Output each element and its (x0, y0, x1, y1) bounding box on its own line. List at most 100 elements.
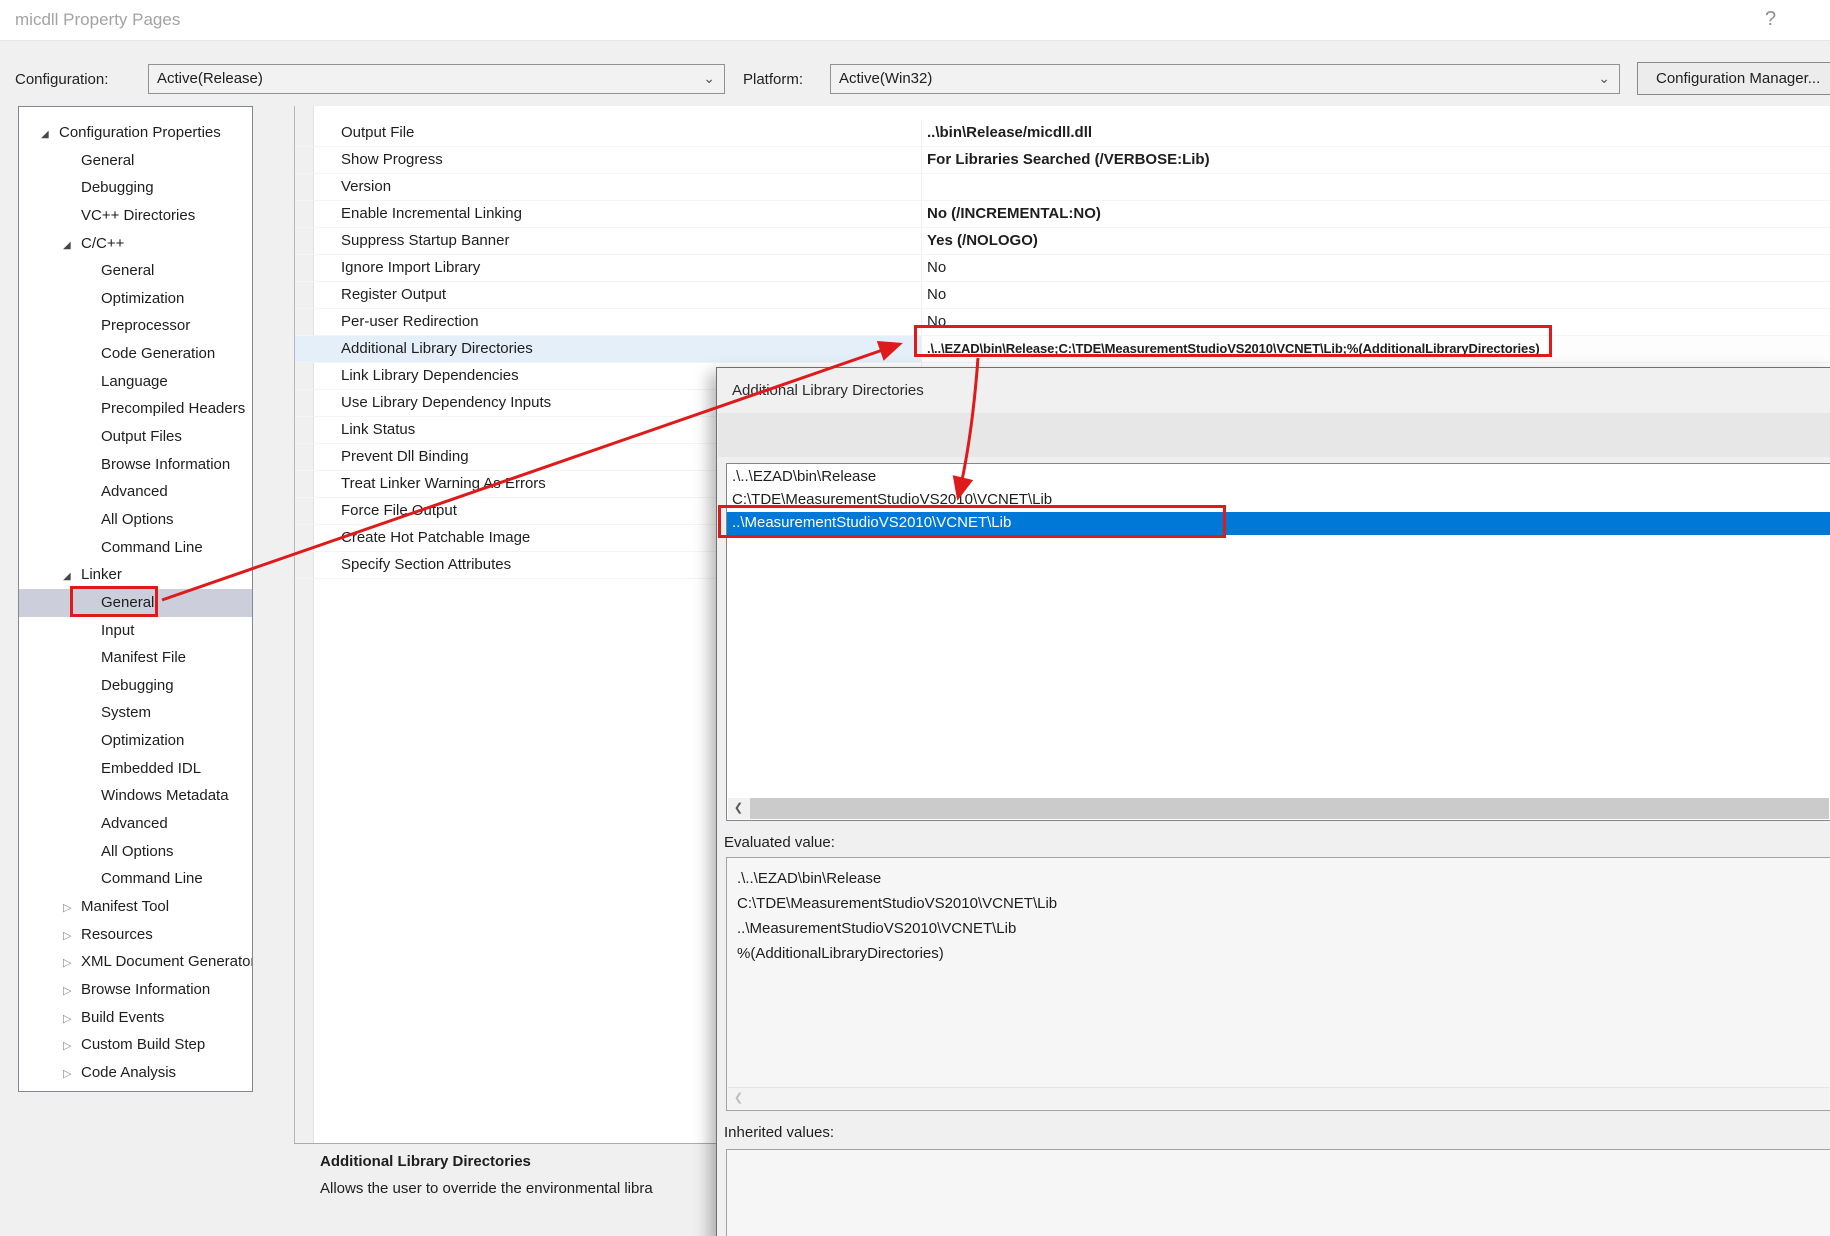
annotation-box-property-value (914, 325, 1552, 357)
property-name: Enable Incremental Linking (295, 201, 921, 227)
property-name: Show Progress (295, 147, 921, 173)
tree-item[interactable]: Browse Information (19, 451, 252, 479)
annotation-box-selected-directory (718, 505, 1226, 538)
evaluated-line: C:\TDE\MeasurementStudioVS2010\VCNET\Lib (737, 891, 1830, 916)
property-value[interactable]: No (921, 255, 1830, 281)
tree-item[interactable]: Advanced (19, 810, 252, 838)
tree-item[interactable]: Debugging (19, 174, 252, 202)
help-icon[interactable]: ? (1765, 8, 1776, 31)
tree-item-label: Debugging (81, 179, 154, 196)
property-value[interactable]: For Libraries Searched (/VERBOSE:Lib) (921, 147, 1830, 173)
evaluated-value-box: .\..\EZAD\bin\ReleaseC:\TDE\MeasurementS… (726, 857, 1830, 1111)
property-value[interactable]: No (921, 282, 1830, 308)
tree-item-label: Preprocessor (101, 317, 190, 334)
tree-item[interactable]: Language (19, 368, 252, 396)
tree-item[interactable]: Code Generation (19, 340, 252, 368)
tree-item[interactable]: VC++ Directories (19, 202, 252, 230)
tree-item-label: Resources (81, 926, 153, 943)
property-value[interactable]: Yes (/NOLOGO) (921, 228, 1830, 254)
tree-item[interactable]: General (19, 147, 252, 175)
tree-item[interactable]: Optimization (19, 285, 252, 313)
tree-item[interactable]: Input (19, 617, 252, 645)
tree-item-label: Output Files (101, 428, 182, 445)
window-title: micdll Property Pages (15, 10, 180, 30)
tree-item[interactable]: Preprocessor (19, 312, 252, 340)
tree-item[interactable]: Configuration Properties (19, 119, 252, 147)
configuration-manager-button[interactable]: Configuration Manager... (1637, 62, 1830, 95)
platform-dropdown[interactable]: Active(Win32) ⌄ (830, 64, 1620, 94)
tree-collapsed-icon (63, 1033, 81, 1061)
tree-item[interactable]: Advanced (19, 478, 252, 506)
tree-item[interactable]: Custom Build Step (19, 1031, 252, 1059)
tree-item-label: All Options (101, 843, 174, 860)
scroll-left-icon (728, 1088, 749, 1109)
tree-item-label: Input (101, 622, 134, 639)
scrollbar-thumb[interactable] (750, 798, 1829, 819)
tree-expanded-icon (41, 121, 59, 149)
dialog-toolbar (718, 413, 1830, 457)
tree-collapsed-icon (63, 1006, 81, 1034)
property-pages-window: micdll Property Pages ? Configuration: A… (0, 0, 1830, 1236)
tree-item[interactable]: Manifest File (19, 644, 252, 672)
evaluated-line: ..\MeasurementStudioVS2010\VCNET\Lib (737, 916, 1830, 941)
tree-item[interactable]: System (19, 699, 252, 727)
tree-item[interactable]: All Options (19, 506, 252, 534)
property-value[interactable]: ..\bin\Release/micdll.dll (921, 120, 1830, 146)
tree-item[interactable]: All Options (19, 838, 252, 866)
directory-list-item[interactable]: .\..\EZAD\bin\Release (727, 466, 1830, 489)
tree-item[interactable]: Windows Metadata (19, 782, 252, 810)
tree-item[interactable]: Embedded IDL (19, 755, 252, 783)
tree-collapsed-icon (63, 1061, 81, 1089)
property-value[interactable]: No (/INCREMENTAL:NO) (921, 201, 1830, 227)
property-row[interactable]: Register Output No (295, 282, 1830, 309)
tree-item[interactable]: Resources (19, 921, 252, 949)
tree-item[interactable]: Browse Information (19, 976, 252, 1004)
property-row[interactable]: Output File ..\bin\Release/micdll.dll (295, 120, 1830, 147)
evaluated-line: %(AdditionalLibraryDirectories) (737, 941, 1830, 966)
tree-item-label: C/C++ (81, 235, 124, 252)
property-name: Suppress Startup Banner (295, 228, 921, 254)
tree-item[interactable]: Output Files (19, 423, 252, 451)
tree-item[interactable]: Manifest Tool (19, 893, 252, 921)
tree-item[interactable]: Command Line (19, 534, 252, 562)
tree-item[interactable]: Build Events (19, 1004, 252, 1032)
tree-item[interactable]: XML Document Generator (19, 948, 252, 976)
tree-item[interactable]: Linker (19, 561, 252, 589)
property-name: Additional Library Directories (295, 336, 921, 362)
tree-item-label: Browse Information (81, 981, 210, 998)
tree-item[interactable]: C/C++ (19, 230, 252, 258)
property-row[interactable]: Ignore Import Library No (295, 255, 1830, 282)
tree-item-label: Command Line (101, 539, 203, 556)
inherited-values-label: Inherited values: (724, 1124, 834, 1141)
configuration-dropdown[interactable]: Active(Release) ⌄ (148, 64, 725, 94)
tree-item[interactable]: Debugging (19, 672, 252, 700)
directories-list-hscrollbar[interactable] (728, 798, 1829, 819)
tree-item-label: Custom Build Step (81, 1036, 205, 1053)
annotation-box-linker-general (70, 586, 158, 617)
property-value[interactable] (921, 174, 1830, 200)
tree-item-label: Manifest Tool (81, 898, 169, 915)
tree-item-label: Optimization (101, 732, 184, 749)
configuration-dropdown-value: Active(Release) (157, 70, 263, 87)
tree-item[interactable]: Code Analysis (19, 1059, 252, 1087)
evaluated-lines: .\..\EZAD\bin\ReleaseC:\TDE\MeasurementS… (737, 866, 1830, 966)
description-title: Additional Library Directories (320, 1153, 531, 1170)
property-row[interactable]: Enable Incremental Linking No (/INCREMEN… (295, 201, 1830, 228)
tree-item-label: Command Line (101, 870, 203, 887)
property-row[interactable]: Suppress Startup Banner Yes (/NOLOGO) (295, 228, 1830, 255)
tree-item-label: Language (101, 373, 168, 390)
chevron-down-icon: ⌄ (1598, 65, 1610, 91)
platform-dropdown-value: Active(Win32) (839, 70, 932, 87)
tree-item-label: Configuration Properties (59, 124, 221, 141)
tree-collapsed-icon (63, 978, 81, 1006)
scroll-left-icon[interactable] (728, 798, 749, 819)
tree-item[interactable]: Precompiled Headers (19, 395, 252, 423)
evaluated-line: .\..\EZAD\bin\Release (737, 866, 1830, 891)
tree-item-label: XML Document Generator (81, 953, 253, 970)
tree-item[interactable]: Command Line (19, 865, 252, 893)
tree-item[interactable]: General (19, 257, 252, 285)
property-row[interactable]: Show Progress For Libraries Searched (/V… (295, 147, 1830, 174)
tree-item-label: General (101, 262, 154, 279)
property-row[interactable]: Version (295, 174, 1830, 201)
tree-item[interactable]: Optimization (19, 727, 252, 755)
